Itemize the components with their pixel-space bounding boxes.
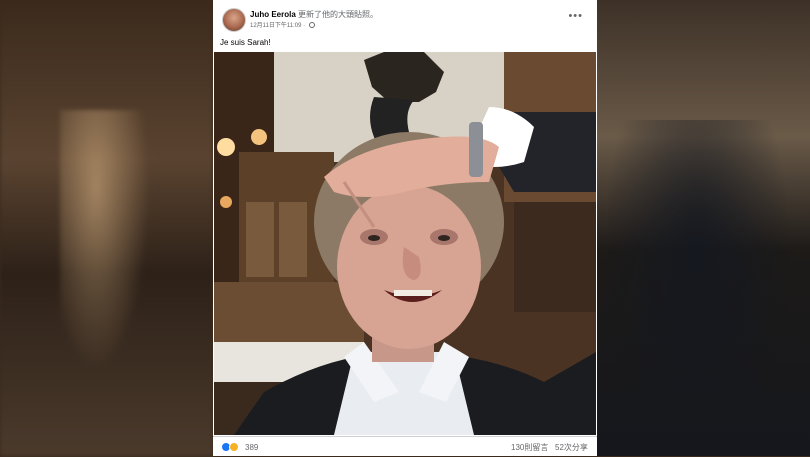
photo-illustration <box>214 52 596 435</box>
haha-reaction-icon <box>229 442 239 452</box>
globe-icon <box>308 22 315 29</box>
more-options-icon[interactable]: ••• <box>568 11 583 22</box>
post-caption: Je suis Sarah! <box>220 38 271 47</box>
profile-photo[interactable] <box>214 52 596 435</box>
post-header: Juho Eerola 更新了他的大頭貼照。 12月11日下午11:09 · •… <box>213 0 597 36</box>
post-footer: 389 130則留言 52次分享 <box>213 436 597 457</box>
author-line: Juho Eerola 更新了他的大頭貼照。 <box>250 9 378 20</box>
author-avatar[interactable] <box>222 8 246 32</box>
post-meta: 12月11日下午11:09 · <box>250 20 315 29</box>
reaction-count: 389 <box>245 443 259 452</box>
action-dot: 。 <box>370 10 379 19</box>
author-name[interactable]: Juho Eerola <box>250 10 296 19</box>
blurred-background-right <box>597 0 810 456</box>
post-action: 更新了他的大頭貼照 <box>298 10 371 19</box>
meta-separator: · <box>303 23 306 29</box>
blurred-background-left <box>0 0 213 456</box>
share-count[interactable]: 52次分享 <box>555 442 588 453</box>
facebook-post: Juho Eerola 更新了他的大頭貼照。 12月11日下午11:09 · •… <box>213 0 597 456</box>
post-timestamp[interactable]: 12月11日下午11:09 <box>250 23 301 29</box>
comment-count[interactable]: 130則留言 <box>511 442 548 453</box>
